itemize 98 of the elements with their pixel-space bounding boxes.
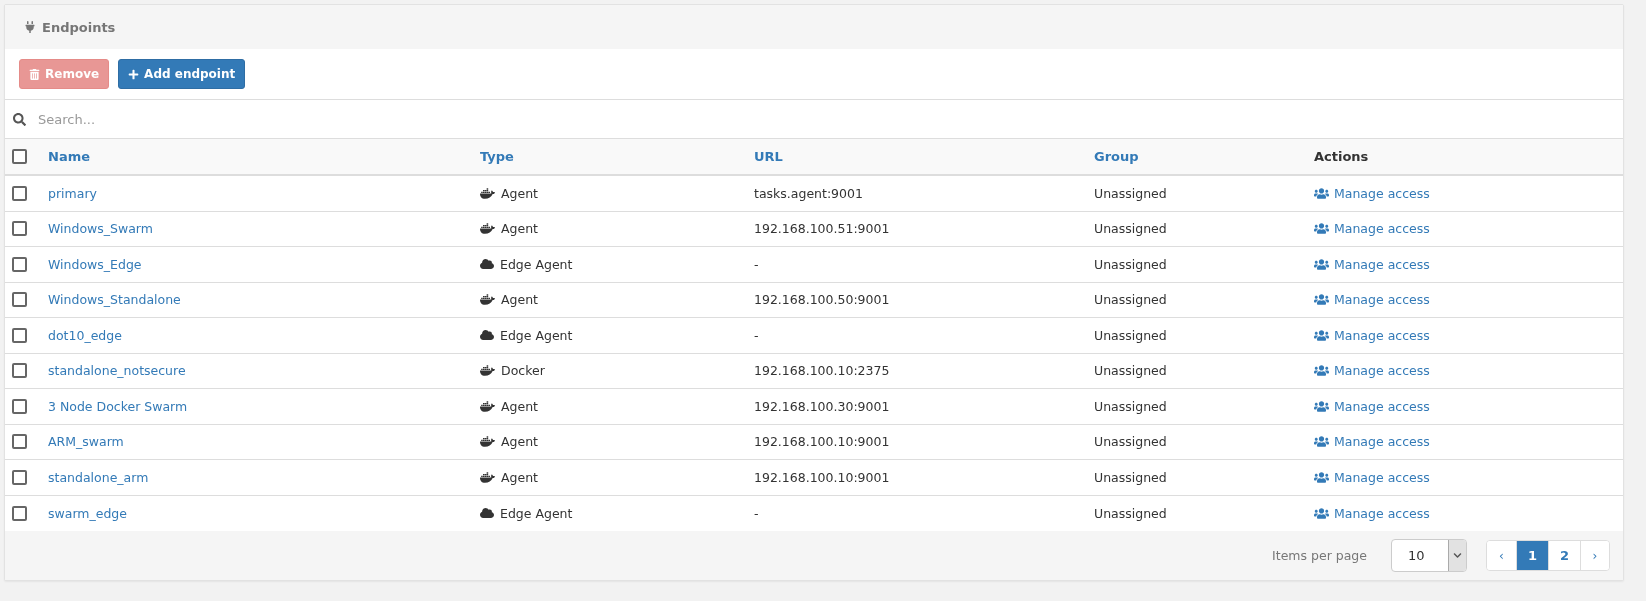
url-text: 192.168.100.10:9001 [754,469,890,485]
url-text: 192.168.100.51:9001 [754,221,890,237]
chevron-down-icon [1448,540,1466,571]
type-label: Agent [501,221,538,237]
users-icon [1314,185,1329,201]
column-header[interactable]: Group [1094,149,1139,164]
url-text: 192.168.100.10:2375 [754,363,890,379]
url-text: tasks.agent:9001 [754,185,863,201]
group-text: Unassigned [1094,363,1167,379]
users-icon [1314,327,1329,343]
group-text: Unassigned [1094,185,1167,201]
manage-access-link[interactable]: Manage access [1314,292,1430,308]
group-text: Unassigned [1094,221,1167,237]
type-label: Agent [501,398,538,414]
checkbox[interactable] [12,221,27,237]
endpoint-name-link[interactable]: dot10_edge [48,327,122,343]
url-text: - [754,327,759,343]
users-icon [1314,505,1329,521]
group-text: Unassigned [1094,469,1167,485]
manage-access-link[interactable]: Manage access [1314,434,1430,450]
checkbox[interactable] [12,505,27,521]
items-per-page-select[interactable]: 10 [1391,539,1467,572]
checkbox[interactable] [12,327,27,343]
users-icon [1314,434,1329,450]
url-text: - [754,256,759,272]
users-icon [1314,398,1329,414]
whale-icon [480,292,495,308]
whale-icon [480,185,495,201]
column-header[interactable]: Type [480,149,514,164]
plus-icon [128,68,140,80]
manage-access-link[interactable]: Manage access [1314,505,1430,521]
whale-icon [480,434,495,450]
cloud-icon [480,257,494,272]
manage-access-link[interactable]: Manage access [1314,398,1430,414]
group-text: Unassigned [1094,434,1167,450]
url-text: 192.168.100.10:9001 [754,434,890,450]
group-text: Unassigned [1094,327,1167,343]
url-text: - [754,505,759,521]
whale-icon [480,398,495,414]
type-label: Agent [501,292,538,308]
endpoint-name-link[interactable]: 3 Node Docker Swarm [48,398,188,414]
url-text: 192.168.100.50:9001 [754,292,890,308]
checkbox[interactable] [12,292,27,308]
cloud-icon [480,328,494,343]
page-button[interactable]: 1 [1516,541,1548,570]
add-endpoint-button[interactable]: Add endpoint [118,59,246,89]
panel-title: Endpoints [42,19,116,35]
endpoint-name-link[interactable]: primary [48,185,97,201]
group-text: Unassigned [1094,398,1167,414]
manage-access-link[interactable]: Manage access [1314,469,1430,485]
cloud-icon [480,506,494,521]
whale-icon [480,469,495,485]
type-label: Edge Agent [500,256,573,272]
endpoint-name-link[interactable]: swarm_edge [48,505,127,521]
manage-access-link[interactable]: Manage access [1314,363,1430,379]
checkbox[interactable] [12,398,27,414]
checkbox[interactable] [12,434,27,450]
manage-access-link[interactable]: Manage access [1314,327,1430,343]
manage-access-link[interactable]: Manage access [1314,221,1430,237]
users-icon [1314,256,1329,272]
type-label: Docker [501,363,545,379]
items-per-page-label: Items per page [1272,548,1367,563]
users-icon [1314,221,1329,237]
type-label: Agent [501,469,538,485]
url-text: 192.168.100.30:9001 [754,398,890,414]
whale-icon [480,363,495,379]
checkbox[interactable] [12,149,27,164]
group-text: Unassigned [1094,256,1167,272]
group-text: Unassigned [1094,505,1167,521]
users-icon [1314,363,1329,379]
checkbox[interactable] [12,363,27,379]
trash-icon [29,68,40,80]
type-label: Edge Agent [500,505,573,521]
endpoint-name-link[interactable]: standalone_notsecure [48,363,186,379]
manage-access-link[interactable]: Manage access [1314,185,1430,201]
endpoint-name-link[interactable]: Windows_Standalone [48,292,181,308]
endpoint-name-link[interactable]: standalone_arm [48,469,149,485]
search-field[interactable]: Search... [36,105,1623,133]
manage-access-link[interactable]: Manage access [1314,256,1430,272]
users-icon [1314,469,1329,485]
column-header[interactable]: URL [754,149,783,164]
whale-icon [480,221,495,237]
checkbox[interactable] [12,185,27,201]
plug-icon [24,21,36,33]
search-icon [13,112,26,126]
column-header[interactable]: Name [48,149,90,164]
column-header: Actions [1314,149,1369,164]
users-icon [1314,292,1329,308]
next-page-button[interactable]: › [1580,541,1609,570]
type-label: Edge Agent [500,327,573,343]
group-text: Unassigned [1094,292,1167,308]
checkbox[interactable] [12,256,27,272]
endpoint-name-link[interactable]: ARM_swarm [48,434,124,450]
checkbox[interactable] [12,469,27,485]
endpoint-name-link[interactable]: Windows_Edge [48,256,142,272]
type-label: Agent [501,434,538,450]
type-label: Agent [501,185,538,201]
endpoint-name-link[interactable]: Windows_Swarm [48,221,153,237]
